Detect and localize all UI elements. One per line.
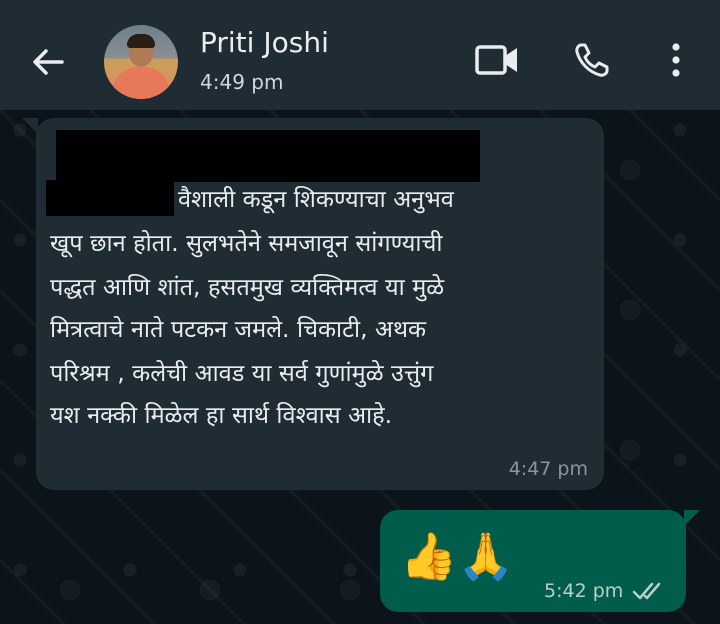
message-text-line: मित्रत्वाचे नाते पटकन जमले. चिकाटी, अथक [50,315,427,343]
redacted-block [46,180,174,216]
message-text-line: वैशाली कडून शिकण्याचा अनुभव [178,185,454,213]
outgoing-message-bubble[interactable]: 👍🙏 5:42 pm [380,510,700,612]
message-timestamp: 4:47 pm [508,458,588,480]
video-call-icon[interactable] [474,42,520,78]
redacted-block [56,130,480,182]
message-text-line: पद्धत आणि शांत, हसतमुख व्यक्तिमत्व या मु… [50,273,445,301]
message-timestamp: 5:42 pm [544,580,624,602]
emoji-message: 👍🙏 [400,529,515,583]
read-receipt-icon [632,582,661,600]
message-text-line: परिश्रम , कलेची आवड या सर्व गुणांमुळे उत… [50,359,434,387]
voice-call-icon[interactable] [572,40,612,80]
more-options-icon[interactable] [664,40,688,80]
contact-name[interactable]: Priti Joshi [200,26,329,59]
chat-header: Priti Joshi 4:49 pm [0,0,720,110]
message-text-line: खूप छान होता. सुलभतेने समजावून सांगण्याच… [50,229,443,257]
back-arrow-icon[interactable] [28,42,68,82]
incoming-message-bubble[interactable]: वैशाली कडून शिकण्याचा अनुभव खूप छान होता… [22,118,604,490]
last-seen-time: 4:49 pm [200,70,284,94]
contact-avatar[interactable] [104,25,178,99]
message-text-line: यश नक्की मिळेल हा सार्थ विश्वास आहे. [50,401,393,429]
